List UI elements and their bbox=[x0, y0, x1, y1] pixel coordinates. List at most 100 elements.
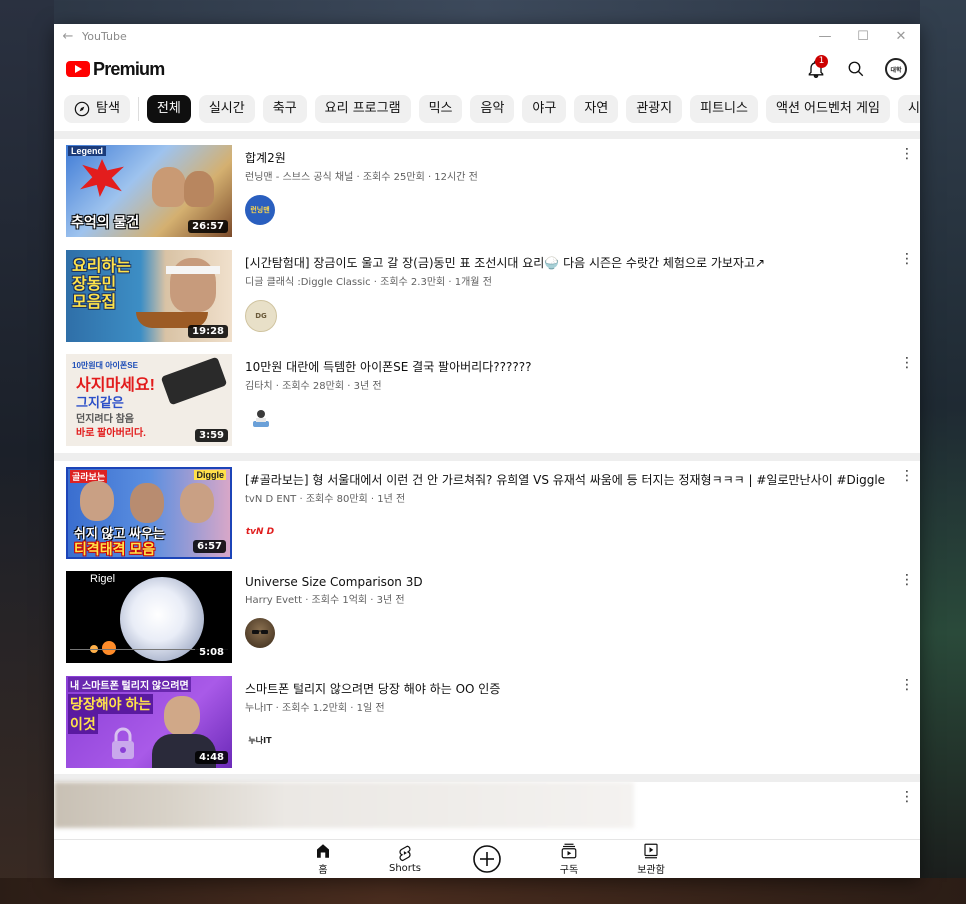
thumbnail-line-1: 내 스마트폰 털리지 않으려면 bbox=[68, 676, 191, 692]
nav-library[interactable]: 보관함 bbox=[610, 842, 692, 876]
more-options-icon[interactable]: ⋮ bbox=[900, 790, 914, 804]
chip-tourist-spots[interactable]: 관광지 bbox=[626, 95, 683, 123]
youtube-premium-logo[interactable]: Premium bbox=[66, 58, 165, 80]
video-meta: 런닝맨 - 스브스 공식 채널 · 조회수 25만회 · 12시간 전 bbox=[245, 172, 478, 183]
video-thumbnail[interactable]: 골라보는 Diggle 쉬지 않고 싸우는 티격태격 모음 6:57 bbox=[66, 466, 232, 559]
desktop-wallpaper-bottom bbox=[0, 878, 966, 904]
nav-subscriptions-label: 구독 bbox=[559, 865, 579, 876]
channel-avatar-text: tvN D bbox=[245, 526, 275, 537]
chip-music[interactable]: 음악 bbox=[470, 95, 515, 123]
maximize-button[interactable]: ☐ bbox=[844, 29, 882, 44]
thumbnail-person-shape bbox=[152, 167, 186, 207]
explore-chip[interactable]: 탐색 bbox=[64, 95, 130, 123]
video-title[interactable]: 합계2원 bbox=[245, 149, 912, 166]
more-options-icon[interactable]: ⋮ bbox=[900, 678, 914, 692]
more-options-icon[interactable]: ⋮ bbox=[900, 573, 914, 587]
video-title[interactable]: [시간탐험대] 장금이도 울고 갈 장(금)동민 표 조선시대 요리🍚 다음 시… bbox=[245, 254, 912, 271]
title-bar: ← YouTube — ☐ ✕ bbox=[54, 24, 920, 49]
thumbnail-line-5: 바로 팔아버리다. bbox=[76, 428, 146, 439]
minimize-button[interactable]: — bbox=[806, 29, 844, 44]
more-options-icon[interactable]: ⋮ bbox=[900, 252, 914, 266]
chip-fitness[interactable]: 피트니스 bbox=[690, 95, 758, 123]
search-icon bbox=[848, 61, 864, 77]
subscriptions-icon bbox=[561, 843, 577, 859]
video-duration: 26:57 bbox=[188, 220, 228, 233]
thumbnail-person-shape bbox=[80, 480, 114, 521]
chip-visual[interactable]: 시각 bbox=[897, 95, 920, 123]
desktop-wallpaper-left bbox=[0, 0, 54, 904]
nav-home[interactable]: 홈 bbox=[282, 842, 364, 876]
video-thumbnail[interactable]: Legend 추억의 물건 26:57 bbox=[66, 145, 232, 237]
back-arrow-icon[interactable]: ← bbox=[54, 29, 82, 44]
account-button[interactable]: 대학 bbox=[884, 57, 908, 81]
channel-avatar[interactable]: tvN D bbox=[245, 516, 275, 547]
channel-avatar[interactable]: 런닝맨 bbox=[245, 195, 275, 225]
chip-cooking-show[interactable]: 요리 프로그램 bbox=[314, 95, 411, 123]
home-icon bbox=[317, 844, 329, 858]
thumbnail-caption: 요리하는 장동민 모음집 bbox=[72, 257, 131, 311]
search-button[interactable] bbox=[844, 57, 868, 81]
video-title[interactable]: [#골라보는] 형 서울대에서 이런 건 안 가르쳐줘? 유희열 VS 유재석 … bbox=[245, 471, 912, 488]
chip-mix[interactable]: 믹스 bbox=[418, 95, 463, 123]
category-chip-bar: 탐색 전체 실시간 축구 요리 프로그램 믹스 음악 야구 자연 관광지 피트니… bbox=[54, 89, 920, 129]
account-avatar: 대학 bbox=[885, 58, 907, 80]
video-thumbnail[interactable]: Rigel 5:08 bbox=[66, 571, 232, 663]
library-icon bbox=[644, 843, 658, 859]
video-item[interactable]: 10만원대 아이폰SE 사지마세요! 그지같은 던지려다 참음 바로 팔아버리다… bbox=[54, 348, 920, 453]
chip-baseball[interactable]: 야구 bbox=[522, 95, 567, 123]
video-item[interactable]: Rigel 5:08 Universe Size Comparison 3D H… bbox=[54, 565, 920, 670]
thumbnail-burst-shape bbox=[80, 159, 124, 197]
chip-live[interactable]: 실시간 bbox=[198, 95, 255, 123]
lock-icon bbox=[112, 727, 134, 759]
nav-shorts[interactable]: Shorts bbox=[364, 844, 446, 874]
channel-avatar[interactable] bbox=[245, 404, 275, 434]
channel-avatar-text: DG bbox=[255, 311, 267, 320]
more-options-icon[interactable]: ⋮ bbox=[900, 469, 914, 483]
video-item[interactable]: Legend 추억의 물건 26:57 합계2원 런닝맨 - 스브스 공식 채널… bbox=[54, 139, 920, 244]
window-title: YouTube bbox=[82, 30, 127, 43]
video-item[interactable]: 내 스마트폰 털리지 않으려면 당장해야 하는 이것 4:48 스마트폰 털리지… bbox=[54, 670, 920, 775]
thumbnail-line-1: 10만원대 아이폰SE bbox=[72, 361, 138, 370]
video-title[interactable]: 스마트폰 털리지 않으려면 당장 해야 하는 OO 인증 bbox=[245, 680, 912, 697]
youtube-play-icon bbox=[66, 61, 90, 77]
notification-badge: 1 bbox=[815, 55, 828, 68]
video-title[interactable]: 10만원 대란에 득템한 아이폰SE 결국 팔아버리다?????? bbox=[245, 358, 912, 375]
more-options-icon[interactable]: ⋮ bbox=[900, 147, 914, 161]
feed-separator bbox=[54, 452, 920, 461]
create-icon bbox=[473, 844, 501, 873]
close-button[interactable]: ✕ bbox=[882, 29, 920, 44]
chip-nature[interactable]: 자연 bbox=[574, 95, 619, 123]
nav-subscriptions[interactable]: 구독 bbox=[528, 842, 610, 876]
nav-shorts-label: Shorts bbox=[388, 863, 422, 874]
person-at-desk-icon bbox=[253, 410, 269, 427]
video-item-loading[interactable]: ⋮ bbox=[54, 782, 920, 840]
notifications-button[interactable]: 1 bbox=[804, 55, 828, 81]
video-title[interactable]: Universe Size Comparison 3D bbox=[245, 575, 912, 589]
thumbnail-person-shape bbox=[184, 171, 214, 207]
chip-action-adventure-games[interactable]: 액션 어드벤처 게임 bbox=[765, 95, 890, 123]
channel-avatar[interactable]: DG bbox=[245, 299, 277, 332]
thumbnail-small-star bbox=[102, 641, 116, 655]
video-meta: 디글 클래식 :Diggle Classic · 조회수 2.3만회 · 1개월… bbox=[245, 276, 492, 288]
video-duration: 6:57 bbox=[193, 539, 226, 553]
thumbnail-person-shape bbox=[130, 482, 164, 523]
logo-text: Premium bbox=[93, 58, 165, 79]
video-thumbnail[interactable]: 내 스마트폰 털리지 않으려면 당장해야 하는 이것 4:48 bbox=[66, 675, 232, 768]
more-options-icon[interactable]: ⋮ bbox=[900, 356, 914, 370]
video-thumbnail[interactable]: 요리하는 장동민 모음집 19:28 bbox=[66, 249, 232, 342]
video-item[interactable]: 요리하는 장동민 모음집 19:28 [시간탐험대] 장금이도 울고 갈 장(금… bbox=[54, 244, 920, 349]
channel-avatar[interactable]: 누나IT bbox=[245, 725, 275, 756]
video-feed: Legend 추억의 물건 26:57 합계2원 런닝맨 - 스브스 공식 채널… bbox=[54, 131, 920, 840]
channel-avatar[interactable] bbox=[245, 618, 275, 648]
chip-soccer[interactable]: 축구 bbox=[262, 95, 307, 123]
shorts-icon bbox=[399, 845, 411, 862]
loading-placeholder bbox=[54, 782, 634, 828]
chip-all[interactable]: 전체 bbox=[146, 95, 191, 123]
compass-icon bbox=[74, 101, 90, 117]
nav-create[interactable] bbox=[446, 844, 528, 875]
explore-label: 탐색 bbox=[96, 101, 120, 116]
video-thumbnail[interactable]: 10만원대 아이폰SE 사지마세요! 그지같은 던지려다 참음 바로 팔아버리다… bbox=[66, 354, 232, 446]
feed-separator bbox=[54, 774, 920, 782]
video-duration: 4:48 bbox=[195, 750, 228, 764]
video-item[interactable]: 골라보는 Diggle 쉬지 않고 싸우는 티격태격 모음 6:57 [#골라보… bbox=[54, 461, 920, 566]
